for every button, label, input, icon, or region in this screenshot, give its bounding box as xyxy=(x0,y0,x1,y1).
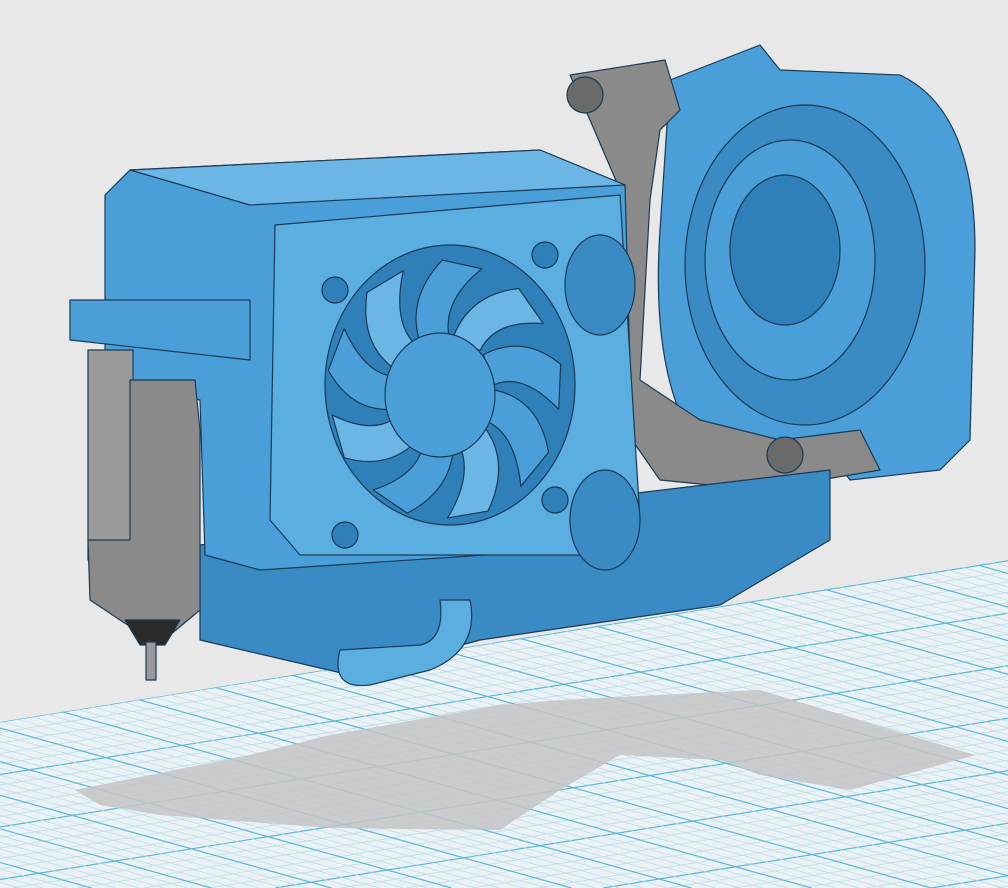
fan-hub xyxy=(384,332,496,458)
fan-screw-hole xyxy=(531,241,559,269)
bracket-pivot-top xyxy=(566,76,604,114)
side-port-top xyxy=(564,234,636,336)
fan-screw-hole xyxy=(541,486,569,514)
bracket-pivot-bottom xyxy=(766,436,804,474)
fan-screw-hole xyxy=(321,276,349,304)
blower-fan-hub xyxy=(729,174,841,326)
3d-scene[interactable] xyxy=(0,0,1008,888)
fan-screw-hole xyxy=(331,521,359,549)
heatsink xyxy=(87,349,134,561)
3d-viewport[interactable] xyxy=(0,0,1008,888)
side-port-bottom xyxy=(569,469,641,571)
nozzle xyxy=(145,641,157,681)
